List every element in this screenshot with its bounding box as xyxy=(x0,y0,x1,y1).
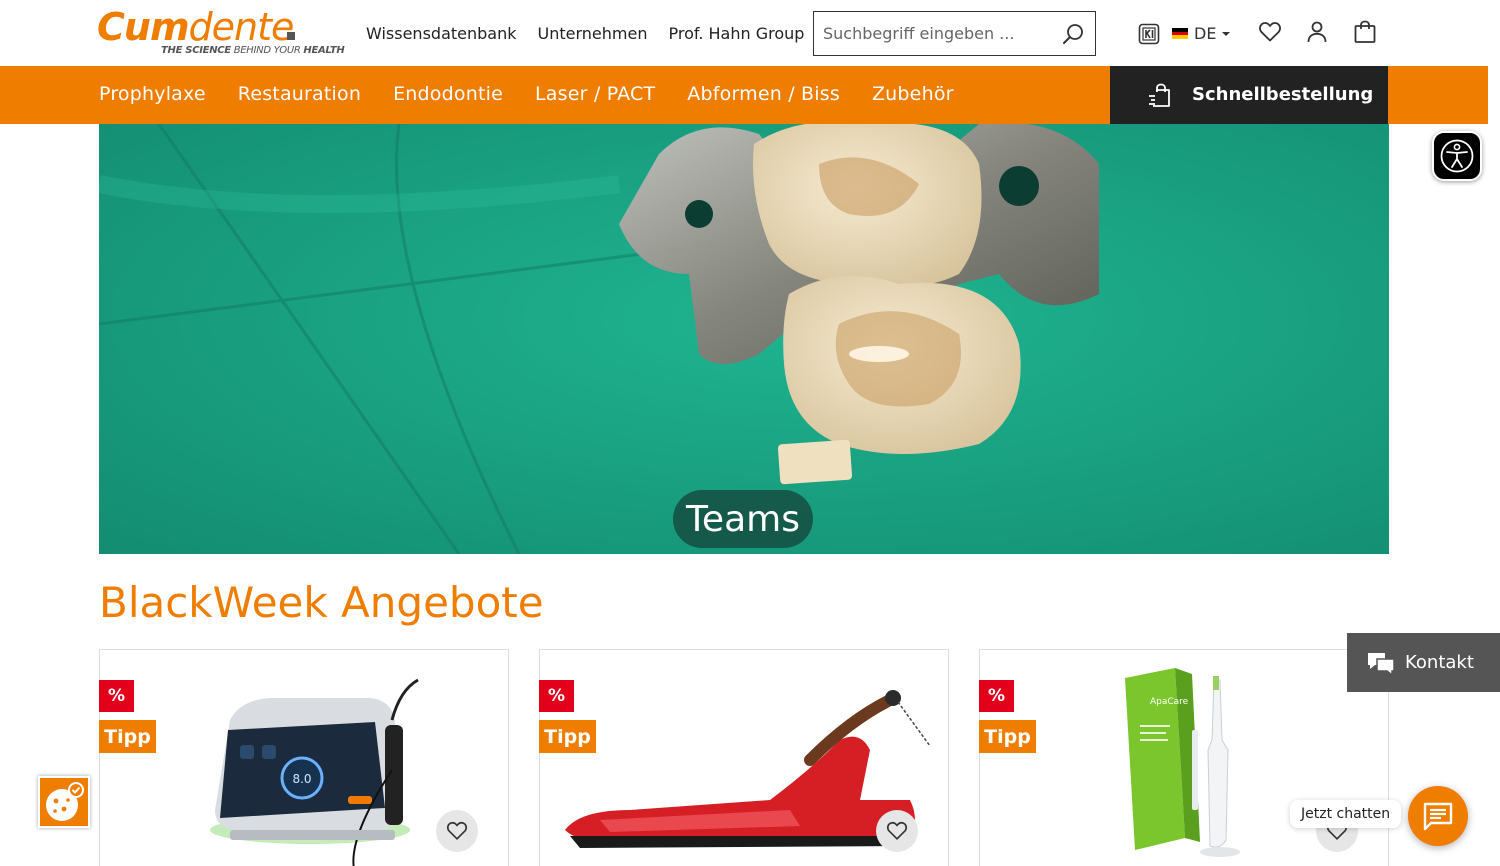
nav-restauration[interactable]: Restauration xyxy=(238,83,361,105)
link-unternehmen[interactable]: Unternehmen xyxy=(538,24,648,43)
apacare-box-label: ApaCare xyxy=(1150,697,1189,707)
quick-order-label: Schnellbestellung xyxy=(1192,84,1374,105)
nav-laser-pact[interactable]: Laser / PACT xyxy=(535,83,655,105)
caret-down-icon xyxy=(1222,31,1231,36)
user-icon[interactable] xyxy=(1305,20,1329,44)
search-icon[interactable] xyxy=(1061,22,1085,46)
tip-badge: Tipp xyxy=(99,720,156,753)
hero-teams-badge[interactable]: Teams xyxy=(673,490,813,548)
logo-dot xyxy=(287,32,295,40)
wishlist-button[interactable] xyxy=(876,810,918,852)
flag-germany-icon xyxy=(1172,28,1188,40)
language-code: DE xyxy=(1194,24,1217,43)
nav-zubehoer[interactable]: Zubehör xyxy=(872,83,954,105)
link-prof-hahn-group[interactable]: Prof. Hahn Group xyxy=(668,24,804,43)
nav-endodontie[interactable]: Endodontie xyxy=(393,83,503,105)
chat-bubbles-icon xyxy=(1367,651,1395,679)
search-box xyxy=(813,11,1096,56)
tip-badge: Tipp xyxy=(979,720,1036,753)
nav-prophylaxe[interactable]: Prophylaxe xyxy=(99,83,206,105)
category-menu: Prophylaxe Restauration Endodontie Laser… xyxy=(99,83,954,105)
quick-order-button[interactable]: Schnellbestellung xyxy=(1110,66,1388,124)
search-input[interactable] xyxy=(814,12,1054,55)
cookie-settings-button[interactable] xyxy=(38,776,90,828)
logo[interactable]: Cumdente THE SCIENCE BEHIND YOUR HEALTH xyxy=(97,5,345,60)
chat-icon xyxy=(1423,802,1453,831)
svg-text:8.0: 8.0 xyxy=(292,772,311,786)
sale-badge: % xyxy=(979,680,1014,712)
link-wissensdatenbank[interactable]: Wissensdatenbank xyxy=(366,24,517,43)
heart-icon xyxy=(886,821,908,840)
product-card[interactable]: ApaCare % Tipp xyxy=(979,649,1389,866)
product-card[interactable]: % Tipp xyxy=(539,649,949,866)
logo-tagline: THE SCIENCE BEHIND YOUR HEALTH xyxy=(161,45,345,56)
page: Cumdente THE SCIENCE BEHIND YOUR HEALTH … xyxy=(0,0,1500,866)
section-title: BlackWeek Angebote xyxy=(99,578,544,627)
quick-order-icon xyxy=(1148,82,1174,108)
sale-badge: % xyxy=(99,680,134,712)
contact-tab[interactable]: Kontakt xyxy=(1347,633,1500,692)
heart-icon[interactable] xyxy=(1258,20,1282,44)
shopping-bag-icon[interactable] xyxy=(1353,20,1377,44)
language-selector[interactable]: DE xyxy=(1172,24,1231,43)
main-navigation: Prophylaxe Restauration Endodontie Laser… xyxy=(0,66,1488,124)
accessibility-button[interactable] xyxy=(1432,131,1482,181)
wishlist-button[interactable] xyxy=(436,810,478,852)
heart-icon xyxy=(446,821,468,840)
contact-label: Kontakt xyxy=(1405,652,1474,673)
top-links: Wissensdatenbank Unternehmen Prof. Hahn … xyxy=(366,24,804,43)
header: Cumdente THE SCIENCE BEHIND YOUR HEALTH … xyxy=(0,0,1500,66)
nav-abformen-biss[interactable]: Abformen / Biss xyxy=(687,83,840,105)
chat-prompt-label[interactable]: Jetzt chatten xyxy=(1290,800,1402,828)
accessibility-person-icon xyxy=(1440,139,1474,173)
sale-badge: % xyxy=(539,680,574,712)
tip-badge: Tipp xyxy=(539,720,596,753)
product-card[interactable]: 8.0 % Tipp xyxy=(99,649,509,866)
cookie-icon xyxy=(46,782,84,821)
chat-button[interactable] xyxy=(1408,786,1468,846)
logo-wordmark: Cumdente xyxy=(97,5,294,49)
ki-icon[interactable] xyxy=(1138,23,1160,45)
hero-banner[interactable]: Teams xyxy=(99,124,1389,554)
